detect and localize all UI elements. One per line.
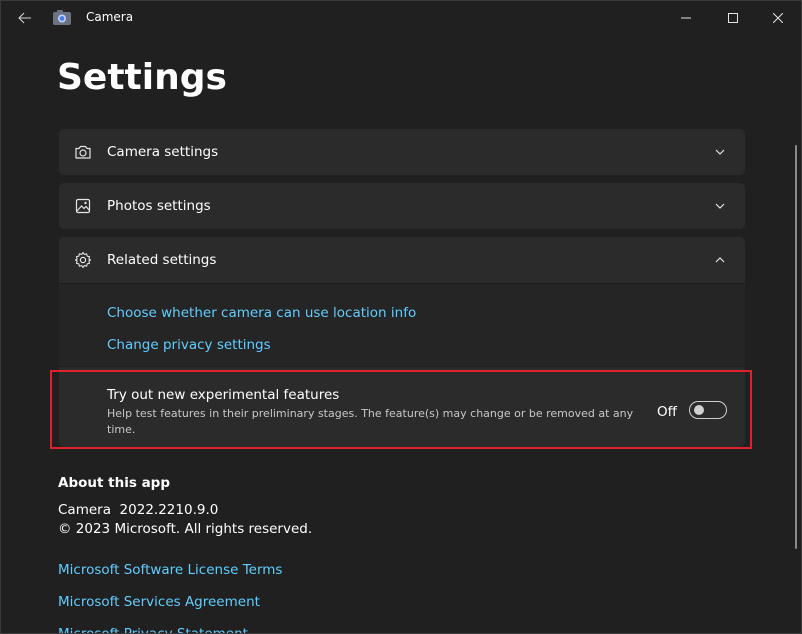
privacy-settings-link[interactable]: Change privacy settings [107, 337, 271, 353]
page-title: Settings [57, 57, 227, 98]
app-title: Camera [86, 10, 134, 24]
minimize-icon [681, 17, 691, 19]
minimize-button[interactable] [663, 1, 709, 35]
location-info-link[interactable]: Choose whether camera can use location i… [107, 305, 416, 321]
photos-settings-label: Photos settings [107, 198, 211, 214]
camera-settings-expander[interactable]: Camera settings [59, 129, 745, 175]
title-bar: Camera [1, 1, 801, 35]
maximize-icon [728, 13, 738, 23]
app-version: Camera 2022.2210.9.0 [58, 502, 219, 518]
camera-settings-window: Camera Settings Camera settings Photos s… [0, 0, 802, 634]
chevron-down-icon [715, 203, 725, 209]
camera-app-icon [53, 10, 71, 25]
chevron-up-icon [715, 257, 725, 263]
gear-icon [74, 251, 92, 269]
photos-settings-expander[interactable]: Photos settings [59, 183, 745, 229]
close-button[interactable] [755, 1, 801, 35]
highlight-box [50, 370, 752, 449]
back-arrow-icon [18, 12, 31, 24]
back-button[interactable] [9, 5, 41, 31]
services-agreement-link[interactable]: Microsoft Services Agreement [58, 594, 260, 610]
copyright-text: © 2023 Microsoft. All rights reserved. [58, 521, 313, 537]
related-settings-expander[interactable]: Related settings [59, 237, 745, 283]
about-heading: About this app [58, 475, 171, 491]
image-icon [75, 198, 91, 214]
close-icon [773, 13, 783, 23]
camera-settings-label: Camera settings [107, 144, 219, 160]
chevron-down-icon [715, 149, 725, 155]
related-settings-content: Choose whether camera can use location i… [59, 283, 745, 366]
maximize-button[interactable] [710, 1, 756, 35]
privacy-statement-link[interactable]: Microsoft Privacy Statement [58, 626, 248, 633]
camera-icon [75, 145, 91, 159]
related-settings-label: Related settings [107, 252, 217, 268]
scrollbar[interactable] [795, 145, 797, 549]
license-terms-link[interactable]: Microsoft Software License Terms [58, 562, 282, 578]
